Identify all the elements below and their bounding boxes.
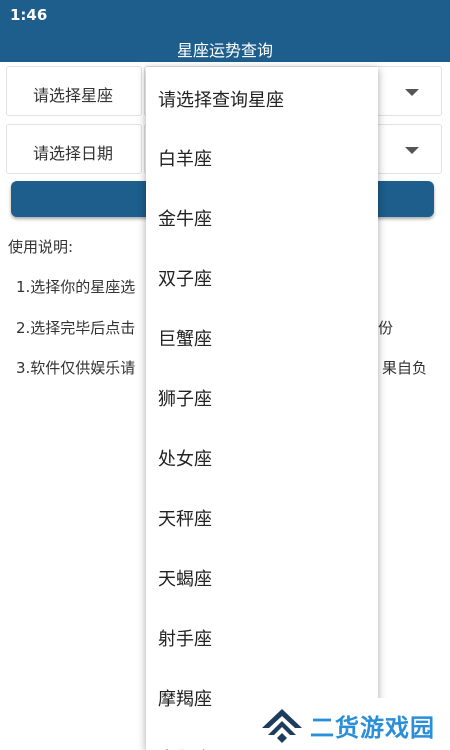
instruction-tail: 份: [378, 319, 394, 337]
dropdown-option-cancer[interactable]: 巨蟹座: [146, 307, 378, 367]
dropdown-option-virgo[interactable]: 处女座: [146, 427, 378, 487]
dropdown-option-libra[interactable]: 天秤座: [146, 487, 378, 547]
dropdown-option-aries[interactable]: 白羊座: [146, 127, 378, 187]
dropdown-option-scorpio[interactable]: 天蝎座: [146, 547, 378, 607]
dropdown-option-placeholder[interactable]: 请选择查询星座: [146, 67, 378, 127]
watermark-text: 二货游戏园: [310, 714, 435, 742]
dropdown-arrow-icon: [405, 147, 419, 154]
dropdown-arrow-icon: [405, 89, 419, 96]
dropdown-option-gemini[interactable]: 双子座: [146, 247, 378, 307]
status-time: 1:46: [10, 6, 48, 24]
instruction-item: 1.选择你的星座选: [16, 278, 136, 296]
constellation-label-box: 请选择星座: [6, 66, 142, 116]
watermark: 二货游戏园: [250, 698, 450, 750]
dropdown-option-taurus[interactable]: 金牛座: [146, 187, 378, 247]
instructions-title: 使用说明:: [8, 238, 74, 256]
dropdown-list: 请选择查询星座 白羊座 金牛座 双子座 巨蟹座 狮子座 处女座 天秤座 天蝎座 …: [146, 67, 378, 750]
dropdown-option-leo[interactable]: 狮子座: [146, 367, 378, 427]
date-label-box: 请选择日期: [6, 124, 142, 174]
constellation-label: 请选择星座: [33, 86, 114, 105]
watermark-logo-icon: [262, 709, 302, 743]
instruction-tail: 果自负: [382, 359, 428, 377]
constellation-dropdown-menu: 请选择查询星座 白羊座 金牛座 双子座 巨蟹座 狮子座 处女座 天秤座 天蝎座 …: [146, 67, 378, 750]
instruction-item: 2.选择完毕后点击: [16, 319, 136, 337]
dropdown-option-sagittarius[interactable]: 射手座: [146, 607, 378, 667]
app-bar: 星座运势查询: [0, 30, 450, 62]
app-title: 星座运势查询: [176, 41, 273, 60]
status-bar: 1:46: [0, 0, 450, 30]
instruction-item: 3.软件仅供娱乐请: [16, 359, 136, 377]
date-label: 请选择日期: [33, 144, 114, 163]
